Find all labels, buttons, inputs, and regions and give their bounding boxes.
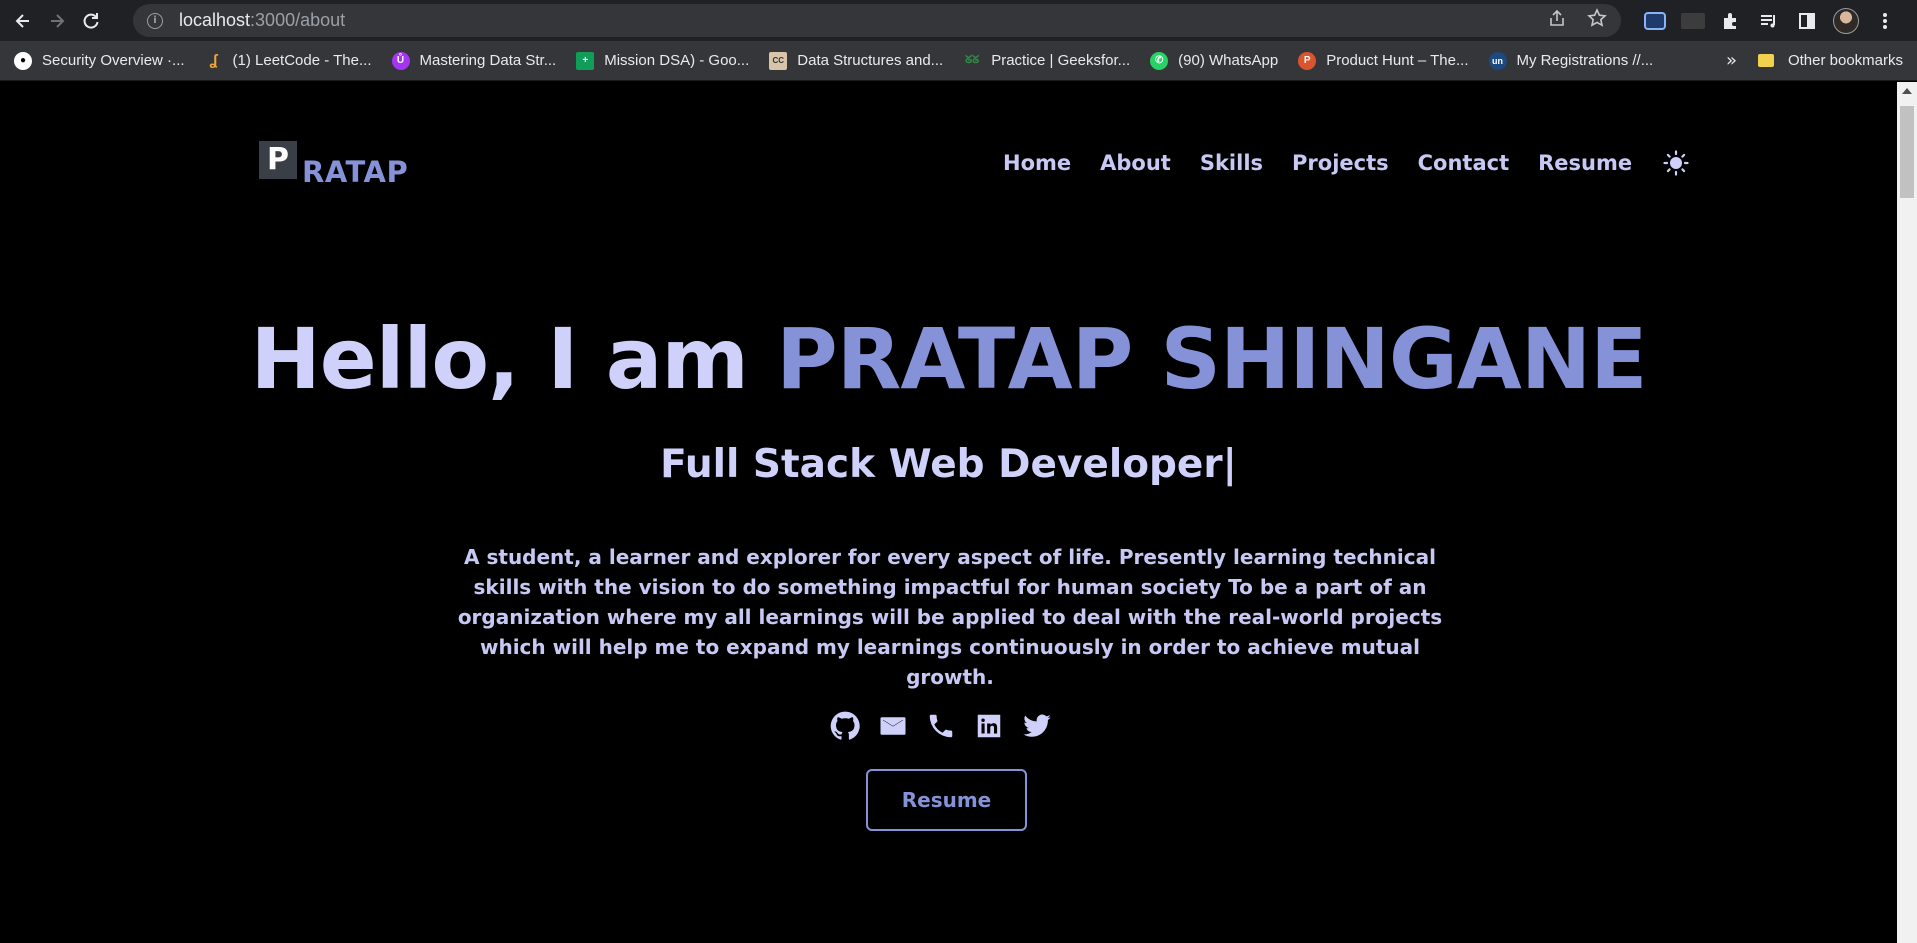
gfg-icon: ᘜᘜ	[965, 54, 980, 66]
cc-icon: CC	[769, 51, 788, 70]
bookmark-item[interactable]: + Mission DSA) - Goo...	[576, 47, 749, 75]
logo-text: RATAP	[302, 155, 409, 189]
github-icon[interactable]	[830, 711, 860, 741]
bookmark-item[interactable]: P Product Hunt – The...	[1298, 47, 1469, 75]
browser-toolbar: i localhost:3000/about	[0, 0, 1917, 41]
nav-projects[interactable]: Projects	[1292, 151, 1389, 175]
bookmark-item[interactable]: Ů Mastering Data Str...	[391, 47, 556, 75]
forward-icon[interactable]	[42, 6, 72, 36]
social-links	[830, 711, 1052, 741]
nav-about[interactable]: About	[1100, 151, 1171, 175]
resume-button[interactable]: Resume	[866, 769, 1027, 831]
media-control-icon[interactable]	[1757, 9, 1781, 33]
leetcode-icon: ʆ	[209, 52, 218, 69]
unstop-icon: un	[1488, 51, 1507, 70]
screen-capture-extension-icon[interactable]	[1643, 9, 1667, 33]
hero-subtitle: Full Stack Web Developer|	[660, 442, 1237, 487]
bookmark-item[interactable]: un My Registrations //...	[1488, 47, 1653, 75]
page-scrollbar[interactable]	[1897, 82, 1917, 943]
menu-kebab-icon[interactable]	[1873, 9, 1897, 33]
bookmark-item[interactable]: ✆ (90) WhatsApp	[1150, 47, 1278, 75]
bookmark-item[interactable]: ● Security Overview ·...	[14, 47, 185, 75]
twitter-icon[interactable]	[1022, 711, 1052, 741]
share-icon[interactable]	[1547, 8, 1567, 33]
hero-description: A student, a learner and explorer for ev…	[457, 545, 1443, 689]
producthunt-icon: P	[1298, 51, 1317, 70]
puzzle-extensions-icon[interactable]	[1719, 9, 1743, 33]
whatsapp-icon: ✆	[1150, 51, 1169, 70]
hero-greeting: Hello, I am	[250, 310, 777, 408]
other-bookmarks[interactable]: Other bookmarks	[1757, 52, 1903, 69]
mail-icon[interactable]	[878, 711, 908, 741]
nav-contact[interactable]: Contact	[1418, 151, 1510, 175]
address-bar[interactable]: i localhost:3000/about	[133, 4, 1621, 37]
sheets-icon: +	[576, 51, 595, 70]
udemy-icon: Ů	[391, 51, 410, 70]
bookmark-item[interactable]: ʆ (1) LeetCode - The...	[205, 47, 371, 75]
github-icon: ●	[14, 51, 32, 70]
bookmarks-bar: ● Security Overview ·... ʆ (1) LeetCode - …	[0, 41, 1917, 81]
hero-name: PRATAP SHINGANE	[776, 310, 1647, 408]
url-text[interactable]: localhost:3000/about	[179, 10, 345, 31]
back-icon[interactable]	[8, 6, 38, 36]
scroll-thumb[interactable]	[1900, 106, 1914, 198]
scroll-up-icon[interactable]	[1902, 88, 1912, 94]
side-panel-icon[interactable]	[1795, 9, 1819, 33]
logo-mark: P	[259, 141, 297, 179]
sun-icon[interactable]	[1663, 150, 1689, 176]
bookmark-item[interactable]: ᘜᘜ Practice | Geeksfor...	[963, 47, 1130, 75]
site-info-icon[interactable]: i	[147, 12, 163, 29]
linkedin-icon[interactable]	[974, 711, 1004, 741]
profile-avatar[interactable]	[1833, 8, 1859, 34]
nav-resume[interactable]: Resume	[1538, 151, 1632, 175]
extension-icon[interactable]	[1681, 9, 1705, 33]
more-bookmarks-icon[interactable]: »	[1726, 50, 1737, 71]
reload-icon[interactable]	[76, 6, 106, 36]
bookmark-item[interactable]: CC Data Structures and...	[769, 47, 943, 75]
page-viewport: P RATAP Home About Skills Projects Conta…	[0, 82, 1897, 943]
nav-home[interactable]: Home	[1003, 151, 1071, 175]
folder-icon	[1757, 54, 1774, 67]
bookmark-star-icon[interactable]	[1587, 8, 1607, 33]
main-nav: Home About Skills Projects Contact Resum…	[1003, 150, 1689, 176]
nav-skills[interactable]: Skills	[1200, 151, 1263, 175]
phone-icon[interactable]	[926, 711, 956, 741]
site-logo[interactable]: P RATAP	[259, 141, 408, 187]
hero-title: Hello, I am PRATAP SHINGANE	[0, 310, 1897, 408]
